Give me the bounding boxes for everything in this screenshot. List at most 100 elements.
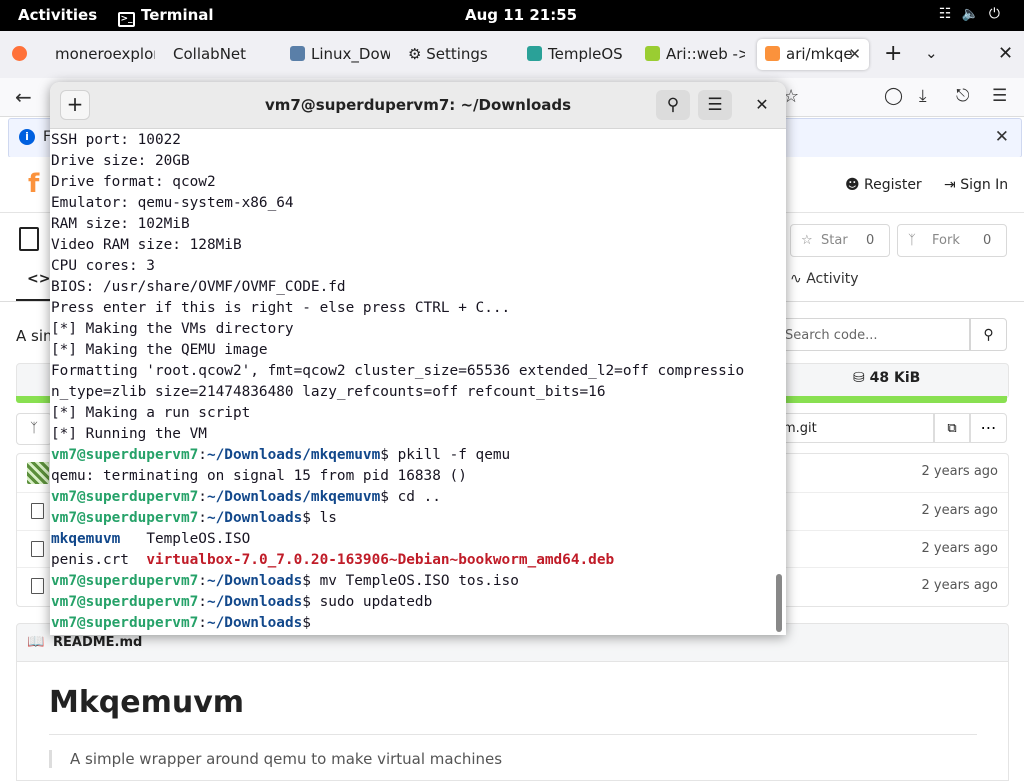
forgejo-logo-icon[interactable]: f bbox=[28, 169, 48, 199]
tab-settings[interactable]: ⚙ Settings bbox=[408, 39, 513, 70]
close-icon[interactable]: ✕ bbox=[751, 94, 773, 116]
fork-count: 0 bbox=[983, 233, 992, 248]
prompt-user: vm7@superdupervm7 bbox=[51, 573, 199, 589]
command: sudo updatedb bbox=[310, 594, 433, 610]
search-icon[interactable]: ⚲ bbox=[656, 90, 690, 120]
code-tab-icon[interactable]: <> bbox=[27, 271, 50, 287]
terminal-window[interactable]: + vm7@superdupervm7: ~/Downloads ⚲ ☰ ✕ S… bbox=[50, 82, 786, 635]
command: ls bbox=[310, 510, 337, 526]
extensions-icon[interactable]: ⎋ bbox=[956, 86, 969, 106]
terminal-icon: >_ bbox=[118, 12, 135, 27]
activities-button[interactable]: Activities bbox=[18, 6, 97, 24]
app-menu[interactable]: >_ Terminal bbox=[118, 6, 214, 27]
tab-monero[interactable]: moneroexplor bbox=[55, 39, 155, 70]
star-icon: ☆ bbox=[801, 233, 813, 248]
activity-label: Activity bbox=[806, 271, 859, 287]
gear-icon: ⚙ bbox=[408, 45, 427, 63]
network-icon: ☷ bbox=[938, 6, 962, 22]
output-line: SSH port: 10022 bbox=[51, 132, 181, 148]
star-button[interactable]: ☆ Star 0 bbox=[790, 224, 890, 257]
tab-label: Ari::web -> bbox=[666, 45, 745, 63]
person-icon: ☻ bbox=[845, 177, 865, 193]
output-line: Formatting 'root.qcow2', fmt=qcow2 clust… bbox=[51, 363, 745, 379]
signin-link[interactable]: ⇥ Sign In bbox=[944, 177, 1008, 193]
tab-templeos[interactable]: TempleOS bbox=[527, 39, 627, 70]
system-tray[interactable]: ☷🔈⏻ bbox=[939, 6, 1010, 22]
divider bbox=[49, 734, 977, 735]
back-arrow-icon[interactable]: ← bbox=[15, 85, 32, 109]
terminal-headerbar[interactable]: + vm7@superdupervm7: ~/Downloads ⚲ ☰ ✕ bbox=[50, 82, 786, 129]
book-icon: 📖 bbox=[27, 634, 45, 650]
bug-icon bbox=[645, 46, 660, 61]
tab-firefox-view[interactable] bbox=[12, 39, 33, 70]
commit-time: 2 years ago bbox=[921, 464, 998, 479]
tab-collabnet[interactable]: CollabNet bbox=[173, 39, 273, 70]
branch-selector[interactable]: ᛉ bbox=[16, 413, 52, 445]
forgejo-icon bbox=[765, 46, 780, 61]
search-code-input[interactable]: Search code... bbox=[776, 318, 970, 351]
prompt-path: ~/Downloads bbox=[206, 510, 303, 526]
close-icon[interactable]: ✕ bbox=[995, 127, 1009, 147]
search-icon[interactable]: ⚲ bbox=[970, 318, 1007, 351]
commit-time: 2 years ago bbox=[921, 578, 998, 593]
prompt-path: ~/Downloads bbox=[206, 594, 303, 610]
output-line: Drive format: qcow2 bbox=[51, 174, 216, 190]
activity-tab[interactable]: ∿ Activity bbox=[790, 271, 859, 287]
ls-line: penis.crt virtualbox-7.0_7.0.20-163906~D… bbox=[51, 550, 773, 571]
file-icon bbox=[31, 503, 44, 519]
prompt-user: vm7@superdupervm7 bbox=[51, 510, 199, 526]
new-tab-icon[interactable]: + bbox=[884, 41, 902, 66]
ls-directory: mkqemuvm bbox=[51, 531, 121, 547]
branch-icon: ᛉ bbox=[30, 421, 38, 436]
tab-label: Settings bbox=[426, 45, 488, 63]
prompt-line: vm7@superdupervm7:~/Downloads$ mv Temple… bbox=[51, 573, 519, 589]
tab-linux-dow[interactable]: Linux_Dow bbox=[290, 39, 390, 70]
signin-label: Sign In bbox=[960, 177, 1009, 193]
command: pkill -f qemu bbox=[388, 447, 511, 463]
prompt-path: ~/Downloads/mkqemuvm bbox=[206, 447, 381, 463]
tab-ari-mkqemuvm[interactable]: ari/mkqe ✕ bbox=[757, 39, 869, 70]
file-icon bbox=[31, 541, 44, 557]
clone-url-field[interactable]: m.git bbox=[776, 413, 934, 443]
tab-label: moneroexplor bbox=[55, 45, 155, 63]
readme-label: README.md bbox=[53, 635, 143, 650]
prompt-line: vm7@superdupervm7:~/Downloads/mkqemuvm$ … bbox=[51, 489, 441, 505]
fork-icon: ᛉ bbox=[908, 233, 916, 248]
close-tab-icon[interactable]: ✕ bbox=[848, 39, 861, 70]
output-line: CPU cores: 3 bbox=[51, 258, 155, 274]
hamburger-menu-icon[interactable]: ☰ bbox=[992, 86, 1007, 106]
downloads-icon[interactable]: ⤓ bbox=[919, 86, 927, 106]
tab-ari-web[interactable]: Ari::web -> bbox=[645, 39, 745, 70]
readme-quote: A simple wrapper around qemu to make vir… bbox=[49, 750, 502, 768]
register-link[interactable]: ☻ Register bbox=[845, 177, 922, 193]
ls-archive: virtualbox-7.0_7.0.20-163906~Debian~book… bbox=[146, 552, 615, 568]
register-label: Register bbox=[864, 177, 922, 193]
fork-button[interactable]: ᛉ Fork 0 bbox=[897, 224, 1007, 257]
chevron-down-icon[interactable]: ⌄ bbox=[925, 44, 938, 62]
prompt-line: vm7@superdupervm7:~/Downloads$ ls bbox=[51, 510, 337, 526]
commit-time: 2 years ago bbox=[921, 541, 998, 556]
terminal-output[interactable]: SSH port: 10022 Drive size: 20GB Drive for… bbox=[51, 130, 773, 635]
scrollbar-thumb[interactable] bbox=[776, 574, 782, 632]
output-line: Drive size: 20GB bbox=[51, 153, 190, 169]
pocket-icon[interactable]: ◯ bbox=[884, 86, 903, 106]
prompt-path: ~/Downloads bbox=[206, 615, 303, 631]
clock[interactable]: Aug 11 21:55 bbox=[465, 6, 577, 24]
document-icon bbox=[290, 46, 305, 61]
hamburger-menu-icon[interactable]: ☰ bbox=[698, 90, 732, 120]
repo-icon bbox=[19, 227, 39, 251]
star-label: Star bbox=[821, 233, 848, 248]
output-line: Press enter if this is right - else pres… bbox=[51, 300, 511, 316]
gnome-top-bar: Activities >_ Terminal Aug 11 21:55 ☷🔈⏻ bbox=[0, 0, 1024, 31]
close-window-icon[interactable]: ✕ bbox=[998, 43, 1013, 64]
command: mv TempleOS.ISO tos.iso bbox=[310, 573, 519, 589]
signin-icon: ⇥ bbox=[944, 177, 961, 193]
more-options-icon[interactable]: ⋯ bbox=[970, 413, 1007, 443]
ls-file: TempleOS.ISO bbox=[146, 531, 251, 547]
commit-time: 2 years ago bbox=[921, 503, 998, 518]
output-line: Emulator: qemu-system-x86_64 bbox=[51, 195, 294, 211]
copy-icon[interactable]: ⧉ bbox=[934, 413, 970, 443]
database-icon: ⛁ bbox=[853, 370, 870, 386]
prompt-user: vm7@superdupervm7 bbox=[51, 594, 199, 610]
scrollbar-track[interactable] bbox=[774, 130, 784, 635]
